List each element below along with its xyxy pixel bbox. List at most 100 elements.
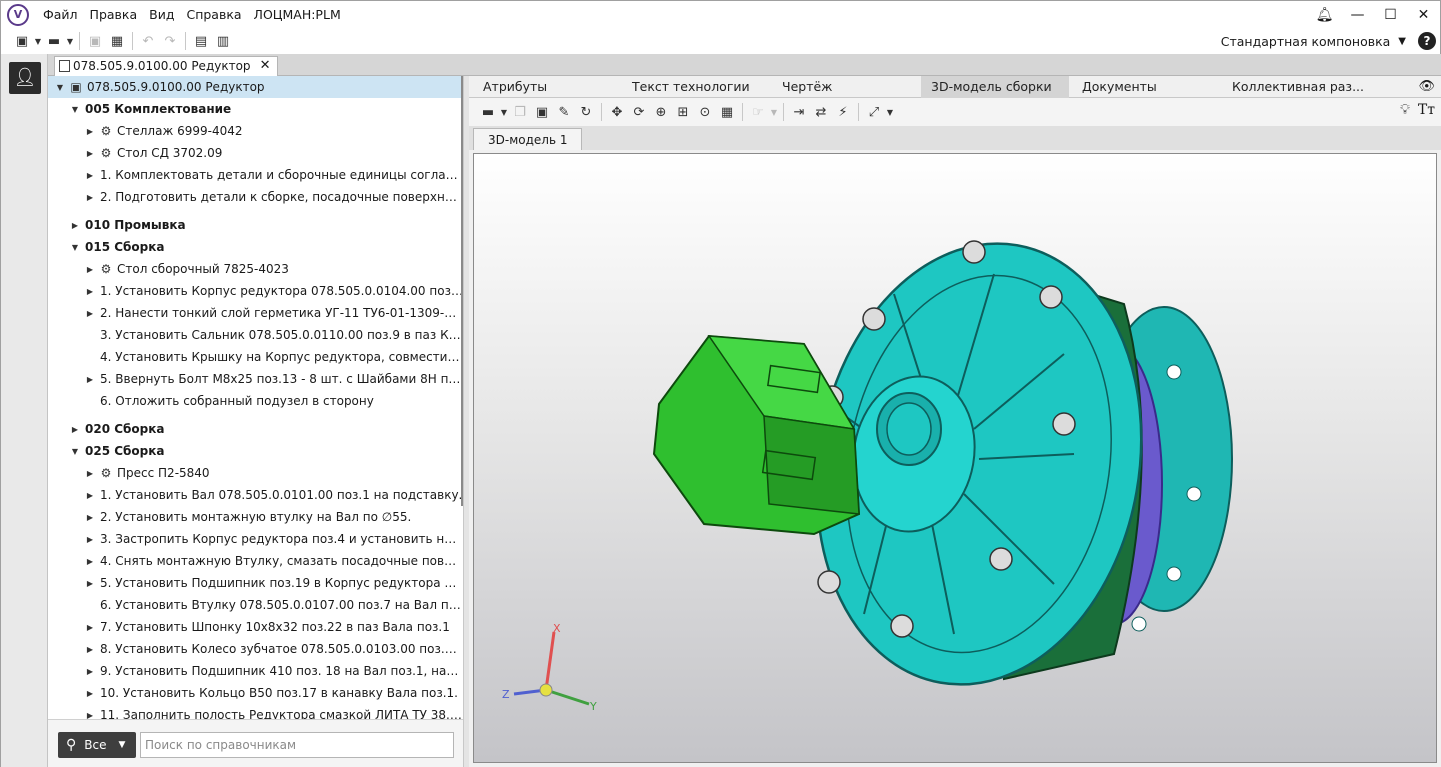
collapse-arrow-icon[interactable]: ▶: [84, 171, 96, 180]
user-profile-icon[interactable]: 👤︎: [9, 62, 41, 94]
expand-arrow-icon[interactable]: ▼: [54, 83, 66, 92]
collapse-arrow-icon[interactable]: ▶: [84, 287, 96, 296]
update-icon[interactable]: ⚡: [832, 102, 854, 122]
collapse-arrow-icon[interactable]: ▶: [69, 425, 81, 434]
undo-icon[interactable]: ↶: [137, 31, 159, 51]
tree-item[interactable]: ▶ 4. Снять монтажную Втулку, смазать поса…: [48, 550, 463, 572]
tree-item[interactable]: ▶ 2. Нанести тонкий слой герметика УГ-11 …: [48, 302, 463, 324]
copy-icon[interactable]: ❐: [509, 102, 531, 122]
tree-item[interactable]: ▶ 2. Установить монтажную втулку на Вал п…: [48, 506, 463, 528]
transfer-icon[interactable]: ⇄: [810, 102, 832, 122]
redo-icon[interactable]: ↷: [159, 31, 181, 51]
tree-item[interactable]: 3. Установить Сальник 078.505.0.0110.00 …: [48, 324, 463, 346]
tab-technology-text[interactable]: Текст технологии: [622, 76, 760, 98]
measure-icon[interactable]: ⤢: [863, 102, 885, 122]
save-all-icon[interactable]: ▦: [106, 31, 128, 51]
tree-item[interactable]: ▶ 5. Ввернуть Болт М8х25 поз.13 - 8 шт. с…: [48, 368, 463, 390]
tree-item[interactable]: ▶ ⚙ Стол сборочный 7825-4023: [48, 258, 463, 280]
tree-item[interactable]: 4. Установить Крышку на Корпус редуктора…: [48, 346, 463, 368]
tree-item[interactable]: ▶ ⚙ Пресс П2-5840: [48, 462, 463, 484]
collapse-arrow-icon[interactable]: ▶: [84, 645, 96, 654]
maximize-icon[interactable]: ☐: [1374, 1, 1407, 29]
zoom-in-icon[interactable]: ⊕: [650, 102, 672, 122]
tab-attributes[interactable]: Атрибуты: [473, 76, 557, 98]
tree-item[interactable]: ▶ 3. Застропить Корпус редуктора поз.4 и …: [48, 528, 463, 550]
select-icon[interactable]: ☞: [747, 102, 769, 122]
tree-item[interactable]: ▶ 1. Комплектовать детали и сборочные еди…: [48, 164, 463, 186]
tree-item[interactable]: 6. Установить Втулку 078.505.0.0107.00 п…: [48, 594, 463, 616]
views-icon[interactable]: ▦: [716, 102, 738, 122]
chevron-down-icon[interactable]: ▼: [65, 31, 75, 51]
lightbulb-icon[interactable]: 💡︎: [1400, 102, 1410, 118]
search-scope-button[interactable]: ⚲ Все ▼: [58, 732, 136, 758]
tab-drawing[interactable]: Чертёж: [772, 76, 842, 98]
menu-file[interactable]: Файл: [43, 7, 78, 22]
refresh-icon[interactable]: ↻: [575, 102, 597, 122]
chevron-down-icon[interactable]: ▼: [885, 102, 895, 122]
search-input[interactable]: [140, 732, 454, 758]
layout-selector[interactable]: Стандартная компоновка ▼: [1221, 28, 1406, 54]
tree-item[interactable]: ▶ 1. Установить Корпус редуктора 078.505.…: [48, 280, 463, 302]
tab-collaboration[interactable]: Коллективная раз...: [1222, 76, 1374, 98]
expand-arrow-icon[interactable]: ▼: [69, 105, 81, 114]
collapse-arrow-icon[interactable]: ▶: [84, 513, 96, 522]
tree-item[interactable]: ▼ 005 Комплектование: [48, 98, 463, 120]
zoom-fit-icon[interactable]: ⊙: [694, 102, 716, 122]
tree-item[interactable]: ▼ 025 Сборка: [48, 440, 463, 462]
expand-arrow-icon[interactable]: ▼: [69, 447, 81, 456]
menu-edit[interactable]: Правка: [90, 7, 138, 22]
document-tab[interactable]: 078.505.9.0100.00 Редуктор ✕: [54, 56, 278, 76]
tree-item[interactable]: ▶ ⚙ Стеллаж 6999-4042: [48, 120, 463, 142]
collapse-arrow-icon[interactable]: ▶: [69, 221, 81, 230]
chevron-down-icon[interactable]: ▼: [769, 102, 779, 122]
tree-item[interactable]: ▶ ⚙ Стол СД 3702.09: [48, 142, 463, 164]
expand-arrow-icon[interactable]: ▼: [69, 243, 81, 252]
new-document-icon[interactable]: ▣: [11, 31, 33, 51]
collapse-arrow-icon[interactable]: ▶: [84, 667, 96, 676]
tree-item[interactable]: ▶ 5. Установить Подшипник поз.19 в Корпус…: [48, 572, 463, 594]
export-icon[interactable]: ⇥: [788, 102, 810, 122]
collapse-arrow-icon[interactable]: ▶: [84, 711, 96, 720]
tree-item[interactable]: ▼ 015 Сборка: [48, 236, 463, 258]
close-tab-icon[interactable]: ✕: [260, 57, 271, 75]
viewer-tab[interactable]: 3D-модель 1: [473, 128, 583, 150]
tree-item[interactable]: ▶ 10. Установить Кольцо В50 поз.17 в кана…: [48, 682, 463, 704]
tab-3d-model[interactable]: 3D-модель сборки: [921, 76, 1069, 98]
bell-icon[interactable]: 🔔︎: [1308, 1, 1341, 29]
tree-item[interactable]: ▶ 2. Подготовить детали к сборке, посадоч…: [48, 186, 463, 208]
chevron-down-icon[interactable]: ▼: [33, 31, 43, 51]
tree-item[interactable]: ▶ 9. Установить Подшипник 410 поз. 18 на …: [48, 660, 463, 682]
menu-lotsman-plm[interactable]: ЛОЦМАН:PLM: [254, 7, 341, 22]
collapse-arrow-icon[interactable]: ▶: [84, 469, 96, 478]
collapse-arrow-icon[interactable]: ▶: [84, 193, 96, 202]
tree-item[interactable]: ▼ ▣ 078.505.9.0100.00 Редуктор: [48, 76, 463, 98]
save-icon[interactable]: ▣: [84, 31, 106, 51]
3d-viewport[interactable]: X Y Z: [473, 153, 1437, 763]
rotate-icon[interactable]: ⟳: [628, 102, 650, 122]
text-size-icon[interactable]: Tт: [1418, 102, 1435, 118]
close-icon[interactable]: ✕: [1407, 1, 1440, 29]
tree-item[interactable]: ▶ 8. Установить Колесо зубчатое 078.505.0…: [48, 638, 463, 660]
chevron-down-icon[interactable]: ▼: [499, 102, 509, 122]
menu-help[interactable]: Справка: [186, 7, 241, 22]
pan-icon[interactable]: ✥: [606, 102, 628, 122]
collapse-arrow-icon[interactable]: ▶: [84, 557, 96, 566]
collapse-arrow-icon[interactable]: ▶: [84, 265, 96, 274]
catalog-icon[interactable]: ▤: [190, 31, 212, 51]
collapse-arrow-icon[interactable]: ▶: [84, 535, 96, 544]
tree-item[interactable]: ▶ 7. Установить Шпонку 10х8х32 поз.22 в п…: [48, 616, 463, 638]
collapse-arrow-icon[interactable]: ▶: [84, 127, 96, 136]
collapse-arrow-icon[interactable]: ▶: [84, 689, 96, 698]
tree-item[interactable]: ▶ 11. Заполнить полость Редуктора смазкой…: [48, 704, 463, 719]
eye-icon[interactable]: 👁︎: [1418, 79, 1435, 94]
zoom-window-icon[interactable]: ⊞: [672, 102, 694, 122]
collapse-arrow-icon[interactable]: ▶: [84, 491, 96, 500]
collapse-arrow-icon[interactable]: ▶: [84, 375, 96, 384]
tree-item[interactable]: 6. Отложить собранный подузел в сторону: [48, 390, 463, 412]
save-icon[interactable]: ▣: [531, 102, 553, 122]
open-folder-icon[interactable]: ▬: [43, 31, 65, 51]
pencil-icon[interactable]: ✎: [553, 102, 575, 122]
tab-documents[interactable]: Документы: [1072, 76, 1167, 98]
menu-view[interactable]: Вид: [149, 7, 174, 22]
tree-item[interactable]: ▶ 010 Промывка: [48, 214, 463, 236]
